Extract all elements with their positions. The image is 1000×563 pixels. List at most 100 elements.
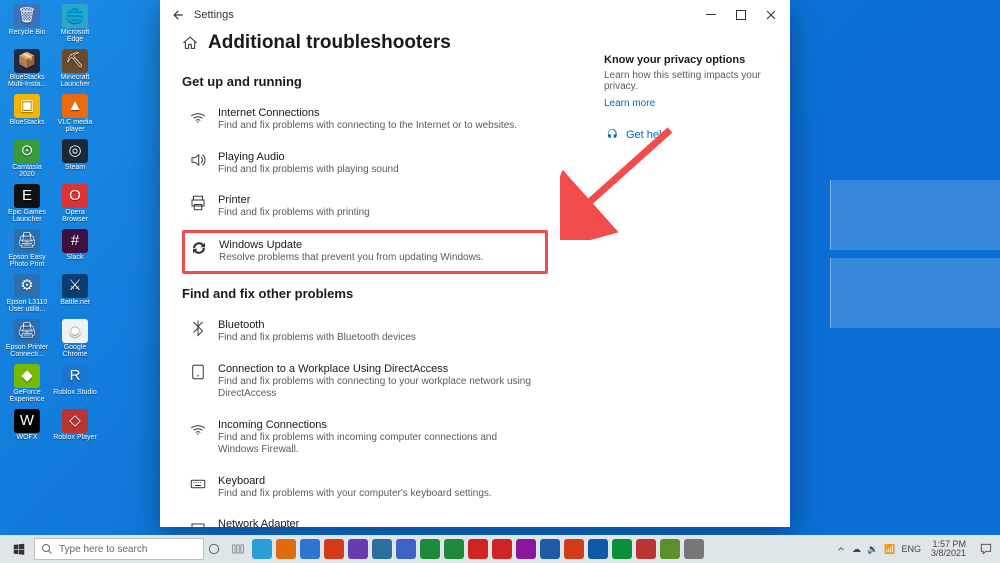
taskbar-app[interactable]: [468, 539, 488, 559]
troubleshooter-text: Connection to a Workplace Using DirectAc…: [218, 363, 536, 401]
start-button[interactable]: [4, 535, 34, 563]
minimize-button[interactable]: [696, 0, 726, 30]
desktop-icon-label: VLC media player: [52, 119, 98, 134]
desktop-icon[interactable]: 🗑Recycle Bin: [4, 4, 50, 48]
desktop-icon[interactable]: ◇Roblox Player: [52, 409, 98, 453]
desktop-icon[interactable]: 🖨Epson Easy Photo Print: [4, 229, 50, 273]
desktop-icon[interactable]: 🌐Microsoft Edge: [52, 4, 98, 48]
taskbar-app[interactable]: [348, 539, 368, 559]
taskbar-app[interactable]: [420, 539, 440, 559]
troubleshooter-item[interactable]: Playing Audio Find and fix problems with…: [182, 143, 542, 187]
troubleshooter-text: Windows Update Resolve problems that pre…: [219, 239, 484, 265]
taskbar-app[interactable]: [252, 539, 272, 559]
desktop-icon[interactable]: RRoblox Studio: [52, 364, 98, 408]
home-icon[interactable]: [182, 35, 198, 51]
settings-window: Settings Additional troubleshooters Get …: [160, 0, 790, 527]
system-tray: ☁ 🔉 📶 ENG 1:57 PM 3/8/2021: [836, 535, 996, 563]
desktop-icon[interactable]: ⛏Minecraft Launcher: [52, 49, 98, 93]
troubleshooter-text: Incoming Connections Find and fix proble…: [218, 419, 536, 457]
troubleshooter-icon: [188, 319, 208, 339]
desktop-icon-glyph: E: [14, 184, 40, 208]
troubleshooter-item[interactable]: Internet Connections Find and fix proble…: [182, 99, 542, 143]
desktop-icon[interactable]: OOpera Browser: [52, 184, 98, 228]
volume-icon[interactable]: 🔉: [867, 544, 878, 555]
taskbar-app[interactable]: [228, 539, 248, 559]
desktop-icon[interactable]: WWOFX: [4, 409, 50, 453]
troubleshooter-item[interactable]: Keyboard Find and fix problems with your…: [182, 467, 542, 511]
search-icon: [41, 543, 53, 555]
desktop-icon-label: Epson L3110 User utiliti...: [4, 299, 50, 314]
troubleshooter-title: Keyboard: [218, 475, 492, 487]
troubleshooter-desc: Find and fix problems with connecting to…: [218, 120, 517, 133]
desktop-icon[interactable]: 🖨Epson Printer Connecti...: [4, 319, 50, 363]
troubleshooter-text: Internet Connections Find and fix proble…: [218, 107, 517, 133]
taskbar-app[interactable]: [276, 539, 296, 559]
troubleshooter-item[interactable]: Bluetooth Find and fix problems with Blu…: [182, 311, 542, 355]
desktop-icon[interactable]: 📦BlueStacks Multi-Insta...: [4, 49, 50, 93]
taskbar-app[interactable]: [588, 539, 608, 559]
desktop-icon[interactable]: ◉Google Chrome: [52, 319, 98, 363]
troubleshooter-title: Internet Connections: [218, 107, 517, 119]
desktop-icon[interactable]: ▣BlueStacks: [4, 94, 50, 138]
taskbar-app[interactable]: [444, 539, 464, 559]
troubleshooter-item[interactable]: Printer Find and fix problems with print…: [182, 186, 542, 230]
desktop-icon[interactable]: ⚔Battle.net: [52, 274, 98, 318]
desktop-icon[interactable]: #Slack: [52, 229, 98, 273]
back-button[interactable]: [164, 1, 192, 29]
desktop-icon-label: Epson Printer Connecti...: [4, 344, 50, 359]
taskbar-search[interactable]: Type here to search: [34, 538, 204, 560]
taskbar-app[interactable]: [684, 539, 704, 559]
desktop-icon-label: Epic Games Launcher: [4, 209, 50, 224]
desktop-icon-glyph: ⛏: [62, 49, 88, 73]
taskbar-app[interactable]: [636, 539, 656, 559]
desktop-icon[interactable]: ▲VLC media player: [52, 94, 98, 138]
desktop-icon[interactable]: ◎Steam: [52, 139, 98, 183]
taskbar-app[interactable]: [396, 539, 416, 559]
desktop-icon[interactable]: ◆GeForce Experience: [4, 364, 50, 408]
taskbar-app[interactable]: [612, 539, 632, 559]
page-title: Additional troubleshooters: [208, 32, 451, 54]
maximize-button[interactable]: [726, 0, 756, 30]
troubleshooter-item[interactable]: Incoming Connections Find and fix proble…: [182, 411, 542, 467]
troubleshooter-item[interactable]: Windows Update Resolve problems that pre…: [182, 230, 548, 275]
taskbar-app[interactable]: [372, 539, 392, 559]
desktop-icon[interactable]: ⚙Epson L3110 User utiliti...: [4, 274, 50, 318]
taskbar-app[interactable]: [660, 539, 680, 559]
desktop-icon[interactable]: EEpic Games Launcher: [4, 184, 50, 228]
wifi-icon[interactable]: 📶: [884, 544, 895, 555]
taskbar-app[interactable]: [204, 539, 224, 559]
troubleshooter-text: Printer Find and fix problems with print…: [218, 194, 370, 220]
troubleshooter-text: Bluetooth Find and fix problems with Blu…: [218, 319, 416, 345]
help-icon: [604, 127, 620, 143]
tray-chevron-icon[interactable]: [836, 544, 846, 554]
desktop-icon-label: Roblox Studio: [53, 389, 97, 396]
desktop-icon-label: GeForce Experience: [4, 389, 50, 404]
taskbar-clock[interactable]: 1:57 PM 3/8/2021: [927, 540, 970, 559]
taskbar-app[interactable]: [516, 539, 536, 559]
desktop-icon[interactable]: ⊙Camtasia 2020: [4, 139, 50, 183]
action-center-button[interactable]: [976, 535, 996, 563]
close-button[interactable]: [756, 0, 786, 30]
learn-more-link[interactable]: Learn more: [604, 98, 774, 109]
language-indicator[interactable]: ENG: [901, 544, 921, 554]
taskbar-app[interactable]: [492, 539, 512, 559]
troubleshooter-item[interactable]: Connection to a Workplace Using DirectAc…: [182, 355, 542, 411]
troubleshooter-icon: [188, 107, 208, 127]
cloud-icon[interactable]: ☁: [852, 544, 861, 555]
troubleshooter-icon: [188, 475, 208, 495]
window-controls: [696, 0, 786, 30]
troubleshooter-desc: Find and fix problems with incoming comp…: [218, 432, 536, 457]
troubleshooter-icon: [188, 419, 208, 439]
taskbar-app[interactable]: [564, 539, 584, 559]
troubleshooter-item[interactable]: Network Adapter Find and fix problems wi…: [182, 510, 542, 527]
main-panel: Additional troubleshooters Get up and ru…: [182, 30, 542, 527]
troubleshooter-icon: [188, 363, 208, 383]
desktop-icon-glyph: ◆: [14, 364, 40, 388]
taskbar-app[interactable]: [300, 539, 320, 559]
desktop-icon-label: Opera Browser: [52, 209, 98, 224]
taskbar-app[interactable]: [540, 539, 560, 559]
desktop-icon-label: Microsoft Edge: [52, 29, 98, 44]
taskbar-app[interactable]: [324, 539, 344, 559]
get-help-link[interactable]: Get help: [604, 127, 774, 143]
desktop-icon-glyph: 🖨: [14, 319, 40, 343]
